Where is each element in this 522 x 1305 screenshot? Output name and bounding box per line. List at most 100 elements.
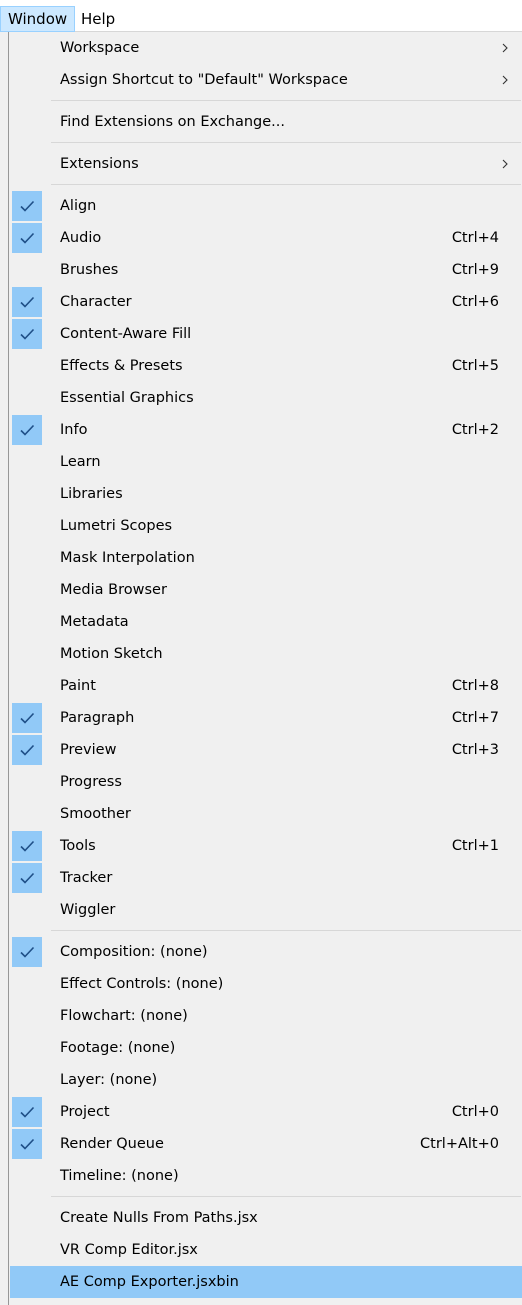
menu-item-label: Audio xyxy=(60,230,102,246)
menu-item-character[interactable]: Character Ctrl+6 xyxy=(10,286,522,318)
menu-item-extensions[interactable]: Extensions xyxy=(10,148,522,180)
menu-item-workspace[interactable]: Workspace xyxy=(10,32,522,64)
menu-item-motion-sketch[interactable]: Motion Sketch xyxy=(10,638,522,670)
menu-item-shortcut: Ctrl+1 xyxy=(451,838,499,854)
menu-separator xyxy=(51,1196,521,1197)
menu-item-label: Info xyxy=(60,422,88,438)
checkmark-icon xyxy=(12,319,42,349)
menu-item-label: Composition: (none) xyxy=(60,944,208,960)
menu-item-effects-presets[interactable]: Effects & Presets Ctrl+5 xyxy=(10,350,522,382)
menu-item-label: Motion Sketch xyxy=(60,646,163,662)
menu-item-tracker[interactable]: Tracker xyxy=(10,862,522,894)
menu-item-label: Learn xyxy=(60,454,101,470)
menu-item-assign-shortcut-to-default-workspace[interactable]: Assign Shortcut to "Default" Workspace xyxy=(10,64,522,96)
menu-item-brushes[interactable]: Brushes Ctrl+9 xyxy=(10,254,522,286)
menu-item-paragraph[interactable]: Paragraph Ctrl+7 xyxy=(10,702,522,734)
menu-item-label: Workspace xyxy=(60,40,140,56)
menu-item-label: Layer: (none) xyxy=(60,1072,158,1088)
menu-item-label: Align xyxy=(60,198,97,214)
menu-item-content-aware-fill[interactable]: Content-Aware Fill xyxy=(10,318,522,350)
menu-item-label: Create Nulls From Paths.jsx xyxy=(60,1210,258,1226)
menu-item-ae-comp-exporter-jsxbin[interactable]: AE Comp Exporter.jsxbin xyxy=(10,1266,522,1298)
menu-item-lumetri-scopes[interactable]: Lumetri Scopes xyxy=(10,510,522,542)
menu-item-label: Media Browser xyxy=(60,582,167,598)
menu-item-metadata[interactable]: Metadata xyxy=(10,606,522,638)
checkmark-icon xyxy=(12,831,42,861)
menu-item-libraries[interactable]: Libraries xyxy=(10,478,522,510)
menu-item-label: Assign Shortcut to "Default" Workspace xyxy=(60,72,348,88)
menu-item-label: Metadata xyxy=(60,614,129,630)
menu-item-essential-graphics[interactable]: Essential Graphics xyxy=(10,382,522,414)
menu-item-label: Timeline: (none) xyxy=(60,1168,179,1184)
menu-item-shortcut: Ctrl+4 xyxy=(451,230,499,246)
menu-item-learn[interactable]: Learn xyxy=(10,446,522,478)
menu-item-wiggler[interactable]: Wiggler xyxy=(10,894,522,926)
checkmark-icon xyxy=(12,415,42,445)
menu-item-shortcut: Ctrl+3 xyxy=(451,742,499,758)
menu-item-label: Preview xyxy=(60,742,117,758)
menu-item-label: Libraries xyxy=(60,486,123,502)
menu-item-label: Render Queue xyxy=(60,1136,164,1152)
menu-item-paint[interactable]: Paint Ctrl+8 xyxy=(10,670,522,702)
menu-item-audio[interactable]: Audio Ctrl+4 xyxy=(10,222,522,254)
menu-item-preview[interactable]: Preview Ctrl+3 xyxy=(10,734,522,766)
menu-item-label: Character xyxy=(60,294,132,310)
chevron-right-icon xyxy=(500,148,510,180)
menu-bar: Window Help xyxy=(0,0,522,32)
window-dropdown-menu: Workspace Assign Shortcut to "Default" Wo… xyxy=(8,32,522,1305)
menu-item-smoother[interactable]: Smoother xyxy=(10,798,522,830)
menu-item-vr-comp-editor-jsx[interactable]: VR Comp Editor.jsx xyxy=(10,1234,522,1266)
menubar-help[interactable]: Help xyxy=(74,6,122,32)
menu-item-shortcut: Ctrl+9 xyxy=(451,262,499,278)
menu-separator xyxy=(51,184,521,185)
menu-item-flowchart-none[interactable]: Flowchart: (none) xyxy=(10,1000,522,1032)
menu-item-label: AE Comp Exporter.jsxbin xyxy=(60,1274,239,1290)
checkmark-icon xyxy=(12,735,42,765)
checkmark-icon xyxy=(12,1129,42,1159)
menu-item-effect-controls-none[interactable]: Effect Controls: (none) xyxy=(10,968,522,1000)
menu-separator xyxy=(51,142,521,143)
menu-item-label: Wiggler xyxy=(60,902,116,918)
checkmark-icon xyxy=(12,191,42,221)
menu-item-shortcut: Ctrl+2 xyxy=(451,422,499,438)
menubar-window[interactable]: Window xyxy=(0,6,76,32)
menu-item-find-extensions-on-exchange[interactable]: Find Extensions on Exchange... xyxy=(10,106,522,138)
menu-item-shortcut: Ctrl+6 xyxy=(451,294,499,310)
checkmark-icon xyxy=(12,287,42,317)
menu-separator xyxy=(51,100,521,101)
menu-item-label: Tools xyxy=(60,838,96,854)
menu-item-footage-none[interactable]: Footage: (none) xyxy=(10,1032,522,1064)
menu-item-mask-interpolation[interactable]: Mask Interpolation xyxy=(10,542,522,574)
menu-item-create-nulls-from-paths-jsx[interactable]: Create Nulls From Paths.jsx xyxy=(10,1202,522,1234)
menu-item-media-browser[interactable]: Media Browser xyxy=(10,574,522,606)
menu-item-label: Lumetri Scopes xyxy=(60,518,173,534)
menu-item-composition-none[interactable]: Composition: (none) xyxy=(10,936,522,968)
menu-item-label: Essential Graphics xyxy=(60,390,194,406)
chevron-right-icon xyxy=(500,64,510,96)
menu-item-align[interactable]: Align xyxy=(10,190,522,222)
menu-item-label: Effects & Presets xyxy=(60,358,183,374)
menu-item-layer-none[interactable]: Layer: (none) xyxy=(10,1064,522,1096)
menu-item-project[interactable]: Project Ctrl+0 xyxy=(10,1096,522,1128)
menu-item-label: Find Extensions on Exchange... xyxy=(60,114,286,130)
checkmark-icon xyxy=(12,703,42,733)
menu-item-render-queue[interactable]: Render Queue Ctrl+Alt+0 xyxy=(10,1128,522,1160)
menu-item-progress[interactable]: Progress xyxy=(10,766,522,798)
menu-item-timeline-none[interactable]: Timeline: (none) xyxy=(10,1160,522,1192)
checkmark-icon xyxy=(12,937,42,967)
menu-item-label: Smoother xyxy=(60,806,131,822)
menu-item-label: Progress xyxy=(60,774,122,790)
menu-separator xyxy=(51,930,521,931)
menu-item-label: Effect Controls: (none) xyxy=(60,976,224,992)
menu-item-label: Paragraph xyxy=(60,710,135,726)
checkmark-icon xyxy=(12,223,42,253)
menu-item-label: Tracker xyxy=(60,870,113,886)
checkmark-icon xyxy=(12,1097,42,1127)
menu-item-tools[interactable]: Tools Ctrl+1 xyxy=(10,830,522,862)
menu-item-label: Mask Interpolation xyxy=(60,550,195,566)
menu-item-label: Project xyxy=(60,1104,110,1120)
menu-item-info[interactable]: Info Ctrl+2 xyxy=(10,414,522,446)
menu-item-label: Paint xyxy=(60,678,96,694)
menu-item-shortcut: Ctrl+Alt+0 xyxy=(420,1136,499,1152)
menu-item-shortcut: Ctrl+5 xyxy=(451,358,499,374)
